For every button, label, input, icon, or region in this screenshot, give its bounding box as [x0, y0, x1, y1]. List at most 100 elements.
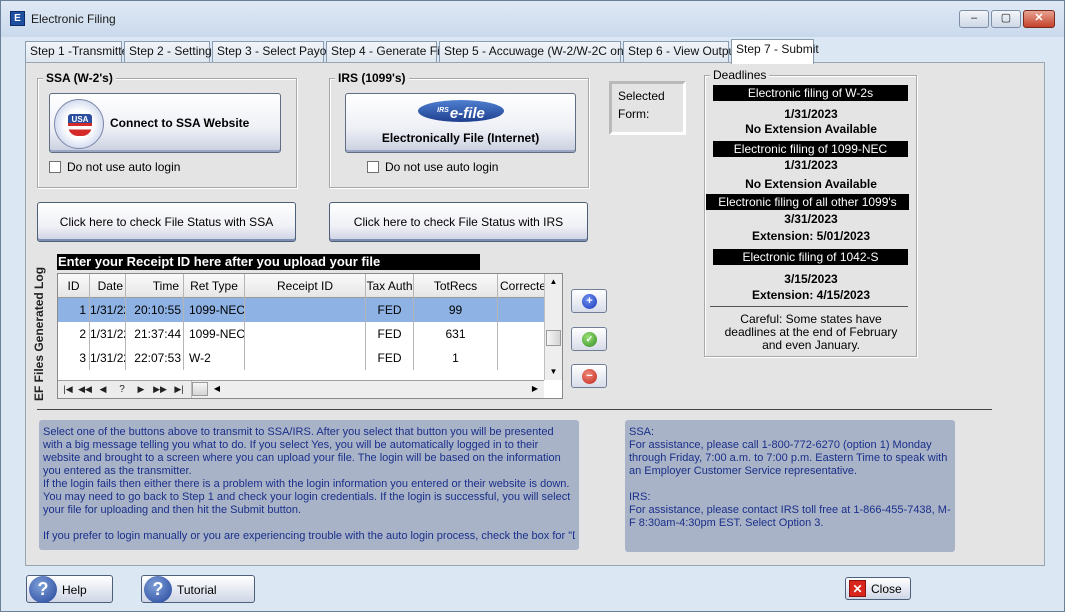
confirm-row-button[interactable]: ✓	[571, 327, 607, 351]
deadline-other1099-date: 3/31/2023	[784, 212, 838, 226]
irs-assist-title: IRS:	[629, 491, 651, 503]
nav-prev-page-icon[interactable]: ◀◀	[77, 382, 93, 397]
nav-next-icon[interactable]: ▶	[133, 382, 149, 397]
selected-form-label: Selected Form:	[618, 89, 665, 121]
help-question-icon: ?	[29, 576, 57, 603]
tab-step-3[interactable]: Step 3 - Select Payors	[212, 41, 336, 62]
title-bar: E Electronic Filing ‒ ▢ ✕	[1, 1, 1064, 37]
cell-ret-type: 1099-NEC	[184, 298, 245, 322]
instructions-box: Select one of the buttons above to trans…	[39, 420, 579, 550]
hscroll-thumb[interactable]	[192, 382, 208, 396]
deadlines-group-label: Deadlines	[710, 68, 770, 82]
cell-corrected	[498, 346, 544, 370]
selected-form-box: Selected Form:	[609, 81, 686, 135]
maximize-button[interactable]: ▢	[991, 10, 1021, 28]
ssa-no-auto-login-checkbox[interactable]: Do not use auto login	[49, 160, 180, 174]
irs-no-auto-login-checkbox[interactable]: Do not use auto login	[367, 160, 498, 174]
cell-totrecs: 1	[414, 346, 498, 370]
nav-prev-icon[interactable]: ◀	[95, 382, 111, 397]
irs-file-status-button[interactable]: Click here to check File Status with IRS	[329, 202, 588, 242]
scroll-right-arrow-icon[interactable]: ▶	[528, 381, 542, 397]
nav-last-icon[interactable]: ▶|	[171, 382, 187, 397]
scroll-down-arrow-icon[interactable]: ▼	[545, 364, 562, 380]
cell-id: 1	[58, 298, 90, 322]
col-corrected[interactable]: Corrected	[498, 274, 544, 298]
deadline-1099nec-date: 1/31/2023	[784, 158, 838, 172]
tab-step-4[interactable]: Step 4 - Generate File	[326, 41, 449, 62]
instructions-paragraph-1: Select one of the buttons above to trans…	[43, 426, 561, 477]
window-close-button[interactable]: ✕	[1023, 10, 1055, 28]
scroll-up-arrow-icon[interactable]: ▲	[545, 274, 562, 290]
nav-first-icon[interactable]: |◀	[60, 382, 76, 397]
scroll-left-arrow-icon[interactable]: ◀	[210, 381, 224, 397]
checkmark-icon: ✓	[582, 332, 597, 347]
cell-time: 20:10:55	[126, 298, 184, 322]
deadline-1042s-note: Extension: 4/15/2023	[751, 288, 871, 302]
assistance-box: SSA: For assistance, please call 1-800-7…	[625, 420, 955, 552]
connect-ssa-button[interactable]: USA Connect to SSA Website	[49, 93, 281, 153]
app-icon: E	[10, 11, 25, 26]
deadline-other1099-note: Extension: 5/01/2023	[751, 229, 871, 243]
nav-find-icon[interactable]: ?	[114, 382, 130, 397]
tab-step-2[interactable]: Step 2 - Settings	[124, 41, 218, 62]
col-receipt-id[interactable]: Receipt ID	[245, 274, 366, 298]
tab-step-5[interactable]: Step 5 - Accuwage (W-2/W-2C only)	[439, 41, 636, 62]
cell-receipt-id[interactable]	[245, 346, 366, 370]
col-id[interactable]: ID	[58, 274, 90, 298]
tab-step-1[interactable]: Step 1 -Transmitter	[25, 41, 132, 62]
deadline-w2-note: No Extension Available	[745, 122, 877, 136]
tutorial-question-icon: ?	[144, 576, 172, 603]
close-label: Close	[871, 582, 902, 596]
irs-efile-label: Electronically File (Internet)	[381, 131, 540, 145]
grid-vertical-scrollbar[interactable]: ▲ ▼	[544, 274, 562, 380]
ef-files-grid: ID Date Time Ret Type Receipt ID Tax Aut…	[57, 273, 563, 399]
scroll-thumb[interactable]	[546, 330, 561, 346]
ssa-assist-title: SSA:	[629, 426, 655, 438]
col-ret-type[interactable]: Ret Type	[184, 274, 245, 298]
irs-checkbox-box[interactable]	[367, 161, 379, 173]
ssa-assist-text: For assistance, please call 1-800-772-62…	[629, 439, 948, 477]
deadline-w2-header: Electronic filing of W-2s	[713, 85, 908, 101]
ssa-checkbox-box[interactable]	[49, 161, 61, 173]
cell-date: 1/31/22	[90, 298, 126, 322]
tab-step-7[interactable]: Step 7 - Submit	[731, 39, 819, 64]
cell-tax-auth: FED	[366, 298, 414, 322]
minus-icon: −	[582, 369, 597, 384]
col-time[interactable]: Time	[126, 274, 184, 298]
ssa-group-label: SSA (W-2's)	[43, 71, 116, 85]
ssa-file-status-button[interactable]: Click here to check File Status with SSA	[37, 202, 296, 242]
table-row[interactable]: 3 1/31/22 22:07:53 W-2 FED 1	[58, 346, 544, 370]
cell-corrected	[498, 322, 544, 346]
table-row[interactable]: 1 1/31/22 20:10:55 1099-NEC FED 99	[58, 298, 544, 322]
tutorial-label: Tutorial	[177, 583, 217, 597]
col-date[interactable]: Date	[90, 274, 126, 298]
col-tax-auth[interactable]: Tax Auth	[366, 274, 414, 298]
irs-efile-button[interactable]: IRSe-file Electronically File (Internet)	[345, 93, 576, 153]
grid-navigator: |◀ ◀◀ ◀ ? ▶ ▶▶ ▶| ◀ ▶	[58, 380, 544, 398]
instructions-paragraph-2: If the login fails then either there is …	[43, 478, 571, 516]
col-totrecs[interactable]: TotRecs	[414, 274, 498, 298]
help-label: Help	[62, 583, 87, 597]
add-row-button[interactable]: +	[571, 289, 607, 313]
delete-row-button[interactable]: −	[571, 364, 607, 388]
tab-step-6[interactable]: Step 6 - View Output	[623, 41, 739, 62]
instructions-paragraph-3: If you prefer to login manually or you a…	[43, 530, 575, 542]
cell-time: 22:07:53	[126, 346, 184, 370]
cell-tax-auth: FED	[366, 322, 414, 346]
deadline-other1099-header: Electronic filing of all other 1099's	[706, 194, 909, 210]
ssa-seal-icon: USA	[54, 99, 104, 149]
table-row[interactable]: 2 1/31/22 21:37:44 1099-NEC FED 631	[58, 322, 544, 346]
cell-receipt-id[interactable]	[245, 322, 366, 346]
nav-next-page-icon[interactable]: ▶▶	[152, 382, 168, 397]
plus-icon: +	[582, 294, 597, 309]
help-button[interactable]: ? Help	[26, 575, 113, 603]
cell-receipt-id[interactable]	[245, 298, 366, 322]
deadline-w2-date: 1/31/2023	[784, 107, 838, 121]
cell-corrected	[498, 298, 544, 322]
minimize-button[interactable]: ‒	[959, 10, 989, 28]
tutorial-button[interactable]: ? Tutorial	[141, 575, 255, 603]
close-x-icon: ✕	[849, 580, 866, 597]
close-button[interactable]: ✕ Close	[845, 577, 911, 600]
grid-horizontal-scrollbar[interactable]: ◀ ▶	[191, 381, 544, 398]
deadlines-divider	[710, 306, 908, 307]
